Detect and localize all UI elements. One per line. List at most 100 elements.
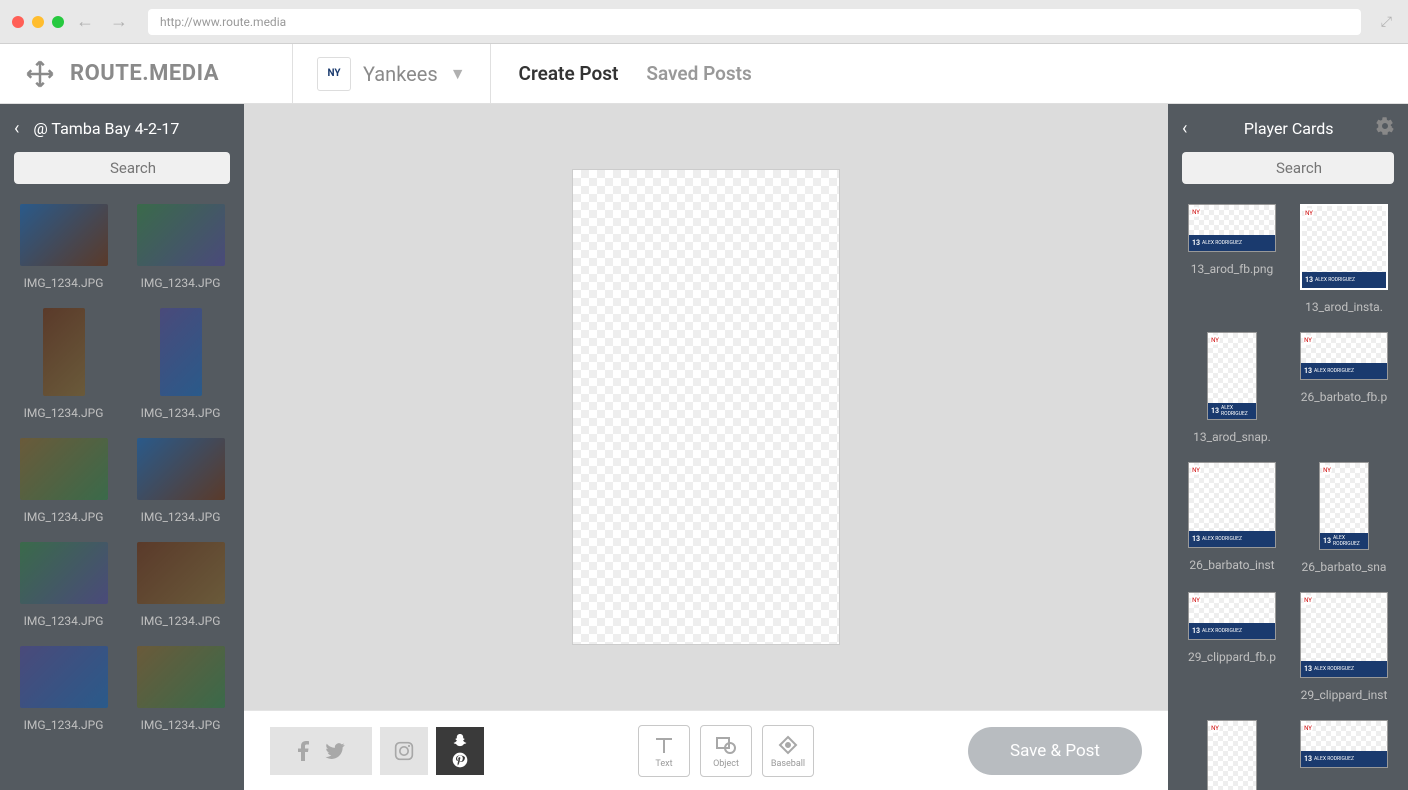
tab-create-post[interactable]: Create Post — [519, 62, 619, 85]
expand-icon[interactable]: ⤢ — [1377, 14, 1396, 30]
card-label: 13_arod_insta. — [1305, 300, 1383, 314]
top-bar: ROUTE.MEDIA NY Yankees ▼ Create Post Sav… — [0, 44, 1408, 104]
card-banner: 13ALEX RODRIGUEZ — [1302, 272, 1386, 288]
image-thumb[interactable]: IMG_1234.JPG — [14, 204, 113, 290]
snapchat-pinterest-button[interactable] — [436, 727, 484, 775]
traffic-lights — [12, 16, 64, 28]
back-arrow-icon[interactable]: ← — [72, 11, 98, 32]
card-thumbnail: NY13ALEX RODRIGUEZ — [1188, 462, 1276, 548]
text-icon — [652, 733, 676, 757]
team-badge-icon: NY — [1303, 595, 1313, 605]
team-badge-icon: NY — [1210, 723, 1220, 733]
card-thumbnail: NY13ALEX RODRIGUEZ — [1300, 204, 1388, 290]
card-banner: 13ALEX RODRIGUEZ — [1208, 403, 1256, 419]
back-chevron-icon[interactable]: ‹ — [14, 118, 19, 139]
back-chevron-icon[interactable]: ‹ — [1182, 118, 1187, 139]
card-banner: 13ALEX RODRIGUEZ — [1301, 661, 1387, 677]
card-thumbnail: NY 13ALEX RODRIGUEZ — [1300, 592, 1388, 678]
image-label: IMG_1234.JPG — [24, 718, 104, 732]
pinterest-icon — [452, 752, 468, 768]
main-area: ‹ @ Tamba Bay 4-2-17 IMG_1234.JPGIMG_123… — [0, 104, 1408, 790]
player-card-thumb[interactable]: NY13ALEX RODRIGUEZ29_clippard_fb.p — [1182, 592, 1282, 702]
card-banner: 13ALEX RODRIGUEZ — [1301, 363, 1387, 379]
image-label: IMG_1234.JPG — [141, 406, 221, 420]
card-thumbnail: NY13ALEX RODRIGUEZ — [1207, 332, 1257, 420]
image-thumb[interactable]: IMG_1234.JPG — [14, 438, 113, 524]
image-thumb[interactable]: IMG_1234.JPG — [131, 438, 230, 524]
image-thumb[interactable]: IMG_1234.JPG — [14, 646, 113, 732]
card-thumbnail: NY13ALEX RODRIGUEZ — [1207, 720, 1257, 790]
player-card-thumb[interactable]: NY13ALEX RODRIGUEZ — [1182, 720, 1282, 790]
card-thumbnail: NY13ALEX RODRIGUEZ — [1300, 332, 1388, 380]
card-banner: 13ALEX RODRIGUEZ — [1189, 235, 1275, 251]
tool-label: Object — [713, 759, 739, 769]
image-thumb[interactable]: IMG_1234.JPG — [131, 646, 230, 732]
baseball-icon — [776, 733, 800, 757]
card-label: 26_barbato_inst — [1189, 558, 1274, 572]
object-tool-button[interactable]: Object — [700, 725, 752, 777]
text-tool-button[interactable]: Text — [638, 725, 690, 777]
team-badge-icon: NY — [1303, 723, 1313, 733]
image-thumb[interactable]: IMG_1234.JPG — [14, 308, 113, 420]
image-label: IMG_1234.JPG — [141, 510, 221, 524]
image-thumb[interactable]: IMG_1234.JPG — [131, 308, 230, 420]
image-thumbnail — [20, 438, 108, 500]
nav-tabs: Create Post Saved Posts — [491, 44, 780, 103]
instagram-button[interactable] — [380, 727, 428, 775]
gear-icon[interactable] — [1376, 117, 1394, 140]
image-thumb[interactable]: IMG_1234.JPG — [14, 542, 113, 628]
left-search-input[interactable] — [14, 152, 230, 184]
team-logo-icon: NY — [317, 57, 351, 91]
right-panel-header: ‹ Player Cards — [1168, 104, 1408, 152]
player-card-thumb[interactable]: NY13ALEX RODRIGUEZ 13_arod_snap. — [1182, 332, 1282, 444]
image-thumb[interactable]: IMG_1234.JPG — [131, 204, 230, 290]
right-card-scroll[interactable]: NY13ALEX RODRIGUEZ13_arod_fb.pngNY13ALEX… — [1168, 196, 1408, 790]
object-icon — [714, 733, 738, 757]
close-window-icon[interactable] — [12, 16, 24, 28]
card-label: 29_clippard_inst — [1301, 688, 1388, 702]
image-thumbnail — [20, 542, 108, 604]
tab-saved-posts[interactable]: Saved Posts — [646, 62, 751, 85]
image-label: IMG_1234.JPG — [24, 406, 104, 420]
post-canvas[interactable] — [572, 169, 840, 645]
image-label: IMG_1234.JPG — [24, 510, 104, 524]
player-card-thumb[interactable]: NY13ALEX RODRIGUEZ 26_barbato_sna — [1294, 462, 1394, 574]
image-label: IMG_1234.JPG — [24, 276, 104, 290]
tool-label: Baseball — [771, 759, 805, 769]
card-label: 13_arod_snap. — [1193, 430, 1271, 444]
card-label: 26_barbato_sna — [1302, 560, 1387, 574]
forward-arrow-icon[interactable]: → — [106, 11, 132, 32]
tool-label: Text — [655, 759, 672, 769]
url-bar[interactable]: http://www.route.media — [148, 9, 1361, 35]
baseball-tool-button[interactable]: Baseball — [762, 725, 814, 777]
instagram-icon — [394, 741, 414, 761]
team-selector[interactable]: NY Yankees ▼ — [292, 44, 491, 103]
image-thumbnail — [43, 308, 85, 396]
twitter-icon — [325, 743, 345, 759]
left-panel-header: ‹ @ Tamba Bay 4-2-17 — [0, 104, 244, 152]
minimize-window-icon[interactable] — [32, 16, 44, 28]
image-thumbnail — [160, 308, 202, 396]
player-card-thumb[interactable]: NY13ALEX RODRIGUEZ26_barbato_fb.p — [1294, 332, 1394, 444]
card-banner: 13ALEX RODRIGUEZ — [1301, 751, 1387, 767]
save-post-button[interactable]: Save & Post — [968, 727, 1142, 775]
image-thumb[interactable]: IMG_1234.JPG — [131, 542, 230, 628]
right-search-input[interactable] — [1182, 152, 1394, 184]
snapchat-icon — [452, 734, 468, 748]
app-logo: ROUTE.MEDIA — [70, 61, 219, 86]
player-card-thumb[interactable]: NY 13ALEX RODRIGUEZ 29_clippard_inst — [1294, 592, 1394, 702]
right-panel-title: Player Cards — [1201, 119, 1376, 138]
image-label: IMG_1234.JPG — [141, 276, 221, 290]
player-card-thumb[interactable]: NY13ALEX RODRIGUEZ 13_arod_insta. — [1294, 204, 1394, 314]
player-card-thumb[interactable]: NY 13ALEX RODRIGUEZ — [1294, 720, 1394, 790]
chevron-down-icon: ▼ — [450, 64, 466, 84]
right-panel: ‹ Player Cards NY13ALEX RODRIGUEZ13_arod… — [1168, 104, 1408, 790]
facebook-twitter-button[interactable] — [270, 727, 372, 775]
maximize-window-icon[interactable] — [52, 16, 64, 28]
move-icon — [24, 58, 56, 90]
left-image-scroll[interactable]: IMG_1234.JPG IMG_1234.JPG IMG_1234.JPG IMG_… — [0, 196, 244, 790]
player-card-thumb[interactable]: NY13ALEX RODRIGUEZ 26_barbato_inst — [1182, 462, 1282, 574]
player-card-thumb[interactable]: NY13ALEX RODRIGUEZ13_arod_fb.png — [1182, 204, 1282, 314]
image-label: IMG_1234.JPG — [24, 614, 104, 628]
card-thumbnail: NY13ALEX RODRIGUEZ — [1319, 462, 1369, 550]
